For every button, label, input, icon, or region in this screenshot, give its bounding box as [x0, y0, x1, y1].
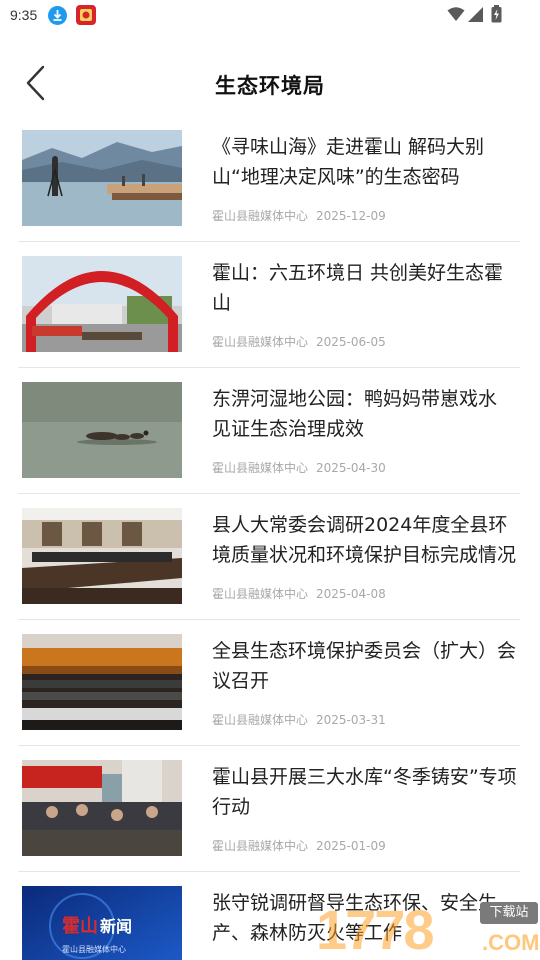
news-source: 霍山县融媒体中心 [212, 335, 309, 349]
news-meta: 霍山县融媒体中心 2025-12-09 [212, 207, 386, 224]
news-date: 2025-12-09 [316, 209, 386, 223]
news-date: 2025-06-05 [316, 335, 386, 349]
news-thumbnail [22, 130, 182, 226]
news-item[interactable]: 县人大常委会调研2024年度全县环境质量状况和环境保护目标完成情况 霍山县融媒体… [0, 494, 540, 620]
news-title: 霍山：六五环境日 共创美好生态霍山 [212, 262, 504, 314]
news-list: 《寻味山海》走进霍山 解码大别山“地理决定风味”的生态密码 霍山县融媒体中心 20… [0, 116, 540, 960]
news-title: 全县生态环境保护委员会（扩大）会议召开 [212, 640, 517, 692]
status-time: 9:35 [10, 7, 38, 23]
download-icon [48, 6, 67, 25]
news-source: 霍山县融媒体中心 [212, 461, 309, 475]
news-item[interactable]: 东淠河湿地公园：鸭妈妈带崽戏水 见证生态治理成效 霍山县融媒体中心 2025-04… [0, 368, 540, 494]
svg-text:霍山: 霍山 [62, 916, 98, 937]
news-item[interactable]: 《寻味山海》走进霍山 解码大别山“地理决定风味”的生态密码 霍山县融媒体中心 20… [0, 116, 540, 242]
watermark-domain: .COM [482, 930, 540, 955]
watermark-logo: 1778 [316, 898, 435, 960]
battery-icon [491, 5, 502, 27]
page-title: 生态环境局 [215, 74, 325, 98]
watermark-badge: 下载站 [480, 902, 538, 924]
news-title: 东淠河湿地公园：鸭妈妈带崽戏水 见证生态治理成效 [212, 388, 498, 440]
signal-icon [467, 6, 485, 27]
news-date: 2025-04-08 [316, 587, 386, 601]
news-thumbnail [22, 634, 182, 730]
news-title: 县人大常委会调研2024年度全县环境质量状况和环境保护目标完成情况 [212, 514, 517, 566]
news-date: 2025-04-30 [316, 461, 386, 475]
site-watermark: 1778 下载站 .COM [312, 900, 540, 960]
news-thumbnail: 霍山 新闻 霍山县融媒体中心 [22, 886, 182, 960]
news-meta: 霍山县融媒体中心 2025-03-31 [212, 711, 386, 728]
news-thumbnail [22, 508, 182, 604]
news-source: 霍山县融媒体中心 [212, 587, 309, 601]
wifi-icon [447, 6, 465, 26]
news-date: 2025-03-31 [316, 713, 386, 727]
news-title: 《寻味山海》走进霍山 解码大别山“地理决定风味”的生态密码 [212, 136, 485, 188]
thumb-news-sub: 霍山县融媒体中心 [62, 944, 126, 954]
news-source: 霍山县融媒体中心 [212, 713, 309, 727]
news-date: 2025-01-09 [316, 839, 386, 853]
thumb-news-logo: 新闻 [100, 917, 132, 936]
news-item[interactable]: 霍山：六五环境日 共创美好生态霍山 霍山县融媒体中心 2025-06-05 [0, 242, 540, 368]
news-thumbnail [22, 760, 182, 856]
app-notification-icon [76, 5, 96, 25]
news-source: 霍山县融媒体中心 [212, 839, 309, 853]
status-bar: 9:35 [0, 0, 540, 32]
news-meta: 霍山县融媒体中心 2025-04-30 [212, 459, 386, 476]
news-item[interactable]: 霍山县开展三大水库“冬季铸安”专项行动 霍山县融媒体中心 2025-01-09 [0, 746, 540, 872]
title-bar: 生态环境局 [0, 50, 540, 116]
news-title: 霍山县开展三大水库“冬季铸安”专项行动 [212, 766, 517, 818]
news-thumbnail [22, 256, 182, 352]
news-meta: 霍山县融媒体中心 2025-06-05 [212, 333, 386, 350]
news-meta: 霍山县融媒体中心 2025-04-08 [212, 585, 386, 602]
news-meta: 霍山县融媒体中心 2025-01-09 [212, 837, 386, 854]
news-item[interactable]: 全县生态环境保护委员会（扩大）会议召开 霍山县融媒体中心 2025-03-31 [0, 620, 540, 746]
news-source: 霍山县融媒体中心 [212, 209, 309, 223]
news-thumbnail [22, 382, 182, 478]
